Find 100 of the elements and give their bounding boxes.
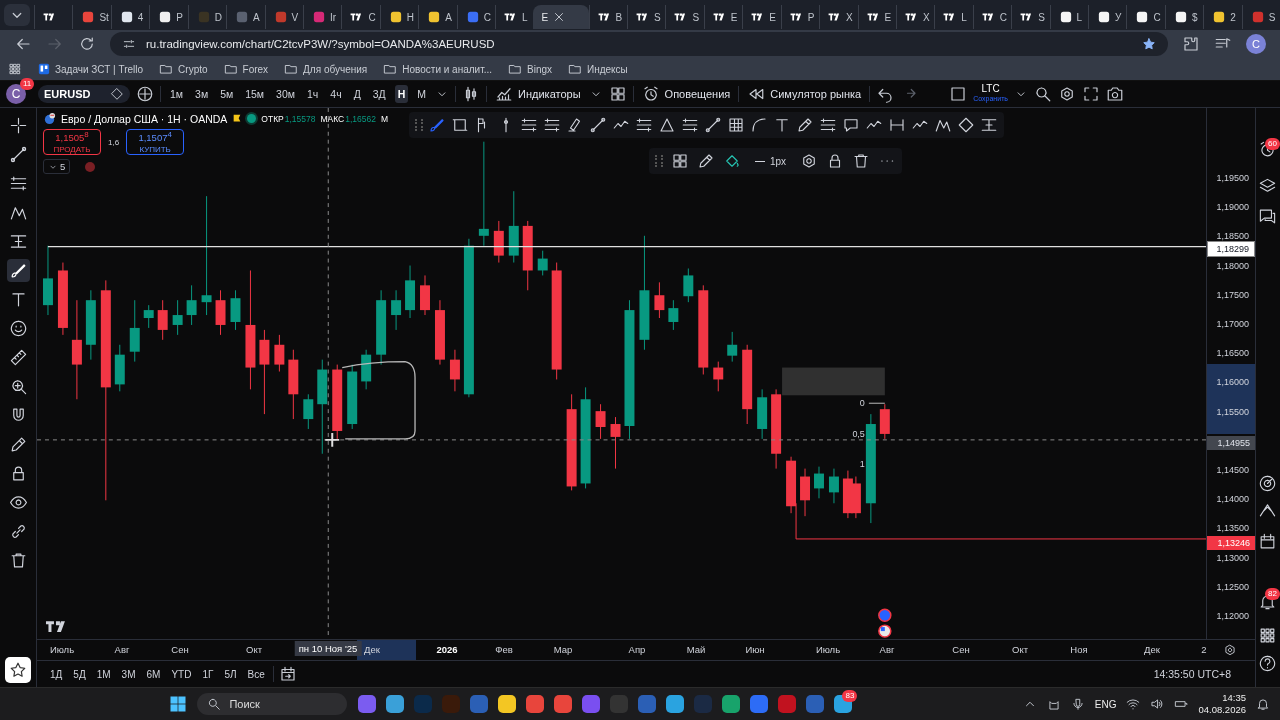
language-indicator[interactable]: ENG — [1094, 698, 1117, 710]
price-label: 1,14500 — [1216, 464, 1249, 477]
symbol-search-field[interactable]: EURUSD — [38, 85, 130, 103]
browser-tab[interactable]: A — [418, 5, 457, 29]
interval-button[interactable]: 15м — [242, 85, 268, 103]
indicators-toggle[interactable]: 5 — [43, 159, 71, 174]
time-label: Июн — [745, 644, 765, 655]
line-width-button[interactable]: 1px — [749, 154, 793, 168]
time-label: Авг — [114, 644, 130, 655]
interval-button[interactable]: Н — [394, 85, 409, 103]
time-label: Мар — [553, 644, 573, 655]
bookmark[interactable]: Для обучения — [284, 62, 368, 76]
browser-tab[interactable]: 4 — [110, 5, 150, 29]
time-label: пн 10 Ноя '25 — [294, 641, 362, 656]
interval-button[interactable]: 4ч — [327, 85, 345, 103]
time-label: Дек — [1144, 644, 1160, 655]
bookmark[interactable]: Crypto — [159, 62, 208, 76]
clock-date[interactable]: 04.08.2026 — [1198, 704, 1246, 716]
browser-tab[interactable]: S — [665, 5, 704, 29]
interval-button[interactable]: 3Д — [369, 85, 389, 103]
interval-button[interactable]: 30м — [273, 85, 298, 103]
browser-tab[interactable]: C — [341, 5, 380, 29]
range-button[interactable]: 5Л — [221, 666, 240, 682]
symbol-title[interactable]: Евро / Доллар США · 1H · OANDA — [61, 112, 228, 125]
price-label: 1,19000 — [1216, 201, 1249, 215]
indicators-button[interactable]: Индикаторы — [493, 85, 583, 103]
interval-button[interactable]: 1м — [167, 85, 187, 103]
browser-tab[interactable]: P — [780, 5, 820, 29]
interval-button[interactable]: Д — [350, 85, 364, 103]
notification-badge: 83 — [842, 690, 858, 702]
time-label: Дек — [364, 644, 380, 655]
browser-tab[interactable]: E — [533, 5, 589, 29]
address-field[interactable]: ru.tradingview.com/chart/C2tcvP3W/?symbol=OANDA%3AEURUSD — [110, 32, 1168, 56]
price-label: 1,16500 — [1216, 347, 1249, 361]
replay-button[interactable]: Симулятор рынка — [745, 85, 864, 103]
browser-tab[interactable]: V — [264, 5, 303, 29]
interval-button[interactable]: 1ч — [304, 85, 322, 103]
browser-tab[interactable]: L — [1049, 5, 1089, 29]
bookmark[interactable]: Новости и аналит... — [383, 62, 492, 76]
browser-tab[interactable]: $ — [1164, 5, 1204, 29]
bookmark[interactable]: Bingx — [508, 62, 552, 76]
clock[interactable]: 14:35:50 UTC+8 — [1153, 668, 1231, 680]
browser-tab[interactable]: A — [226, 5, 265, 29]
range-button[interactable]: 1Д — [47, 666, 66, 682]
open-label: ОТКР — [261, 113, 284, 124]
interval-button[interactable]: 5м — [217, 85, 237, 103]
time-label: 2 — [1201, 644, 1207, 655]
browser-tab[interactable]: E — [857, 5, 896, 29]
range-button[interactable]: Все — [244, 666, 268, 682]
range-button[interactable]: 5Д — [70, 666, 89, 682]
browser-tab[interactable]: L — [934, 5, 973, 29]
browser-tab[interactable]: C — [1126, 5, 1165, 29]
high-value: 1,16562 — [345, 113, 376, 124]
bookmark[interactable]: Индексы — [568, 62, 628, 76]
low-label: М — [381, 113, 389, 124]
interval-button[interactable]: М — [414, 85, 430, 103]
price-label: 1,13500 — [1216, 522, 1249, 536]
time-label: Окт — [246, 644, 262, 655]
range-button[interactable]: 6М — [143, 666, 164, 682]
time-label: Окт — [1012, 644, 1028, 655]
range-button[interactable]: 3М — [118, 666, 139, 682]
price-label: 1,17500 — [1216, 288, 1249, 302]
browser-tab[interactable]: C — [972, 5, 1012, 29]
interval-button[interactable]: 3м — [192, 85, 212, 103]
range-button[interactable]: 1Г — [199, 666, 217, 682]
browser-tab[interactable]: Ir — [302, 5, 342, 29]
time-label: Июль — [49, 644, 75, 655]
browser-tab[interactable]: S — [1241, 5, 1280, 29]
bookmark[interactable]: Задачи ЗСТ | Trello — [38, 63, 144, 75]
time-label: Ноя — [1070, 644, 1088, 655]
browser-tab[interactable]: S — [1011, 5, 1050, 29]
price-label: 1,17000 — [1216, 318, 1249, 331]
browser-tab[interactable]: E — [703, 5, 743, 29]
browser-tab[interactable]: C — [456, 5, 496, 29]
browser-tab[interactable]: St — [72, 5, 111, 29]
time-label: Апр — [628, 644, 646, 655]
time-label: Авг — [879, 644, 895, 655]
time-label: 2026 — [436, 644, 458, 655]
bookmark[interactable]: Forex — [223, 62, 269, 76]
clock-time[interactable]: 14:35 — [1222, 692, 1246, 704]
browser-tab[interactable]: S — [626, 5, 666, 29]
browser-tab[interactable]: E — [742, 5, 781, 29]
browser-tab[interactable]: P — [149, 5, 188, 29]
browser-tab[interactable]: D — [187, 5, 227, 29]
browser-tab[interactable]: X — [819, 5, 858, 29]
buy-button[interactable]: 1,1507$^{4}$ КУПИТЬ — [126, 129, 185, 155]
range-button[interactable]: 1М — [93, 666, 114, 682]
search-field[interactable]: Поиск — [197, 693, 348, 715]
browser-tab[interactable]: B — [588, 5, 627, 29]
notification-badge: 60 — [1265, 138, 1280, 150]
profile-avatar[interactable]: C — [1246, 34, 1266, 54]
time-label: Июль — [815, 644, 841, 655]
sell-button[interactable]: 1,1505$^{8}$ ПРОДАТЬ — [43, 129, 101, 155]
browser-tab[interactable]: X — [895, 5, 935, 29]
spread-value: 1,6 — [107, 137, 121, 147]
browser-tab[interactable]: 2 — [1203, 5, 1242, 29]
alerts-button[interactable]: Оповещения — [639, 85, 733, 103]
browser-tab[interactable]: У — [1088, 5, 1127, 29]
browser-tab[interactable]: H — [379, 5, 419, 29]
range-button[interactable]: YTD — [168, 666, 195, 682]
